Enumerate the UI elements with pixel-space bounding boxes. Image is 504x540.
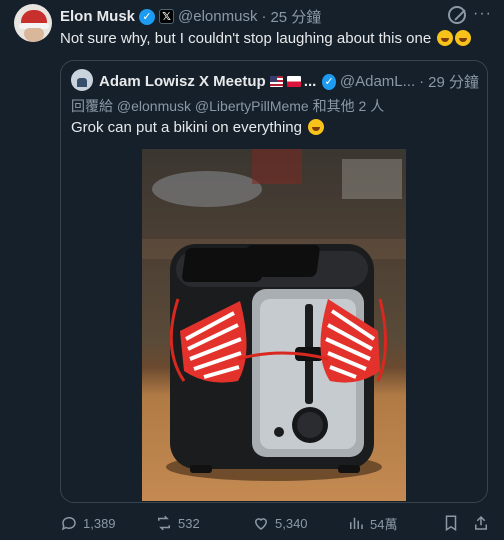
action-bar: 1,389 532 5,340 54萬 (60, 512, 494, 534)
quote-author-handle[interactable]: @AdamL... (340, 73, 415, 90)
views-icon (350, 517, 363, 529)
reply-prefix: 回覆給 (71, 98, 113, 114)
reply-button[interactable]: 1,389 (60, 514, 116, 532)
tweet-text: Not sure why, but I couldn't stop laughi… (60, 30, 472, 47)
quoted-tweet[interactable]: Adam Lowisz X Meetup ... ✓ @AdamL... · 2… (60, 60, 488, 503)
reply-suffix: 和其他 2 人 (312, 98, 385, 114)
author-avatar[interactable] (14, 4, 52, 42)
reply-mention-libertypillmeme[interactable]: @LibertyPillMeme (195, 98, 309, 114)
reply-mention-elonmusk[interactable]: @elonmusk (117, 98, 191, 114)
author-name[interactable]: Elon Musk (60, 8, 135, 25)
quote-time[interactable]: 29 分鐘 (428, 71, 479, 92)
view-count: 54萬 (370, 516, 398, 532)
reply-context: 回覆給 @elonmusk @LibertyPillMeme 和其他 2 人 (71, 96, 384, 116)
rofl-emoji-icon (437, 30, 454, 46)
tweet-time[interactable]: 25 分鐘 (270, 6, 321, 27)
tweet-text-content: Not sure why, but I couldn't stop laughi… (60, 30, 432, 47)
grok-icon[interactable] (448, 6, 466, 24)
like-count: 5,340 (275, 515, 308, 531)
author-handle[interactable]: @elonmusk (178, 8, 257, 25)
toaster-illustration (142, 149, 406, 481)
quote-text-content: Grok can put a bikini on everything (71, 119, 302, 136)
share-icon (475, 515, 487, 530)
bookmark-icon (445, 515, 457, 532)
quote-header: Adam Lowisz X Meetup ... ✓ @AdamL... · 2… (99, 71, 479, 92)
repost-count: 532 (178, 515, 200, 531)
share-button[interactable] (472, 514, 495, 532)
rofl-emoji-icon (455, 30, 472, 46)
quote-author-avatar[interactable] (71, 69, 93, 91)
tweet-header: Elon Musk ✓ 𝕏 @elonmusk · 25 分鐘 (60, 6, 464, 27)
quote-author-name[interactable]: Adam Lowisz X Meetup (99, 73, 266, 90)
name-ellipsis: ... (303, 73, 317, 90)
like-button[interactable]: 5,340 (252, 514, 308, 532)
verified-badge-icon: ✓ (322, 73, 336, 90)
toaster-image[interactable] (142, 149, 406, 501)
views-button[interactable]: 54萬 (347, 514, 397, 533)
heart-icon (254, 518, 268, 530)
quote-text: Grok can put a bikini on everything (71, 119, 325, 136)
reply-icon (61, 516, 76, 531)
separator-dot: · (261, 8, 267, 25)
verified-badge-icon: ✓ (139, 8, 156, 25)
repost-button[interactable]: 532 (155, 514, 200, 532)
us-flag-icon (269, 76, 284, 87)
rofl-emoji-icon (308, 119, 325, 135)
x-logo-icon[interactable]: 𝕏 (159, 9, 175, 24)
separator-dot: · (419, 73, 425, 90)
bookmark-button[interactable] (442, 514, 465, 532)
poland-flag-icon (287, 76, 301, 87)
reply-count: 1,389 (83, 515, 116, 531)
more-icon[interactable]: ··· (473, 5, 492, 23)
repost-icon (158, 515, 170, 531)
